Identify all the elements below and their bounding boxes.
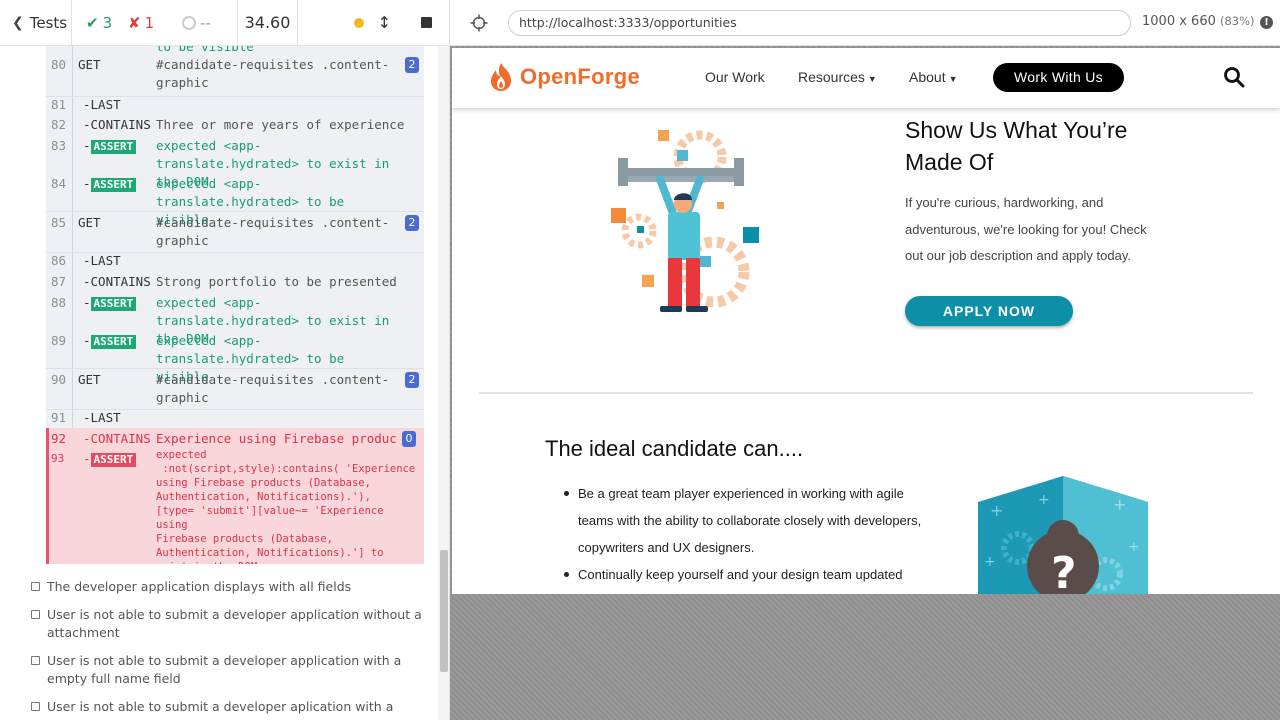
chevron-left-icon: ❮ — [12, 14, 24, 31]
test-checkbox-icon — [31, 656, 40, 665]
element-count-badge: 2 — [405, 57, 419, 73]
tests-label: Tests — [29, 13, 68, 32]
command-row[interactable]: 90 GET #candidate-requisites .content-gr… — [46, 371, 424, 409]
candidate-heading: The ideal candidate can.... — [545, 436, 804, 461]
running-indicator-icon — [353, 17, 364, 28]
test-item[interactable]: User is not able to submit a developer a… — [30, 652, 430, 688]
info-icon[interactable]: ! — [1260, 16, 1273, 29]
row-separator — [46, 211, 424, 212]
pending-ring-icon — [182, 15, 196, 30]
failed-count[interactable]: ✘ 1 — [128, 0, 182, 46]
element-count-badge: 0 — [402, 431, 416, 447]
svg-text:+: + — [1128, 539, 1140, 555]
assert-tag: ASSERT — [90, 453, 137, 467]
candidate-requisites-list: Be a great team player experienced in wo… — [562, 480, 932, 588]
assert-tag: ASSERT — [90, 297, 137, 311]
svg-text:+: + — [1113, 495, 1126, 514]
assert-tag: ASSERT — [90, 335, 137, 349]
element-count-badge: 2 — [405, 372, 419, 388]
command-row[interactable]: 80 GET #candidate-requisites .content-gr… — [46, 56, 424, 94]
command-log-panel: ❮ Tests ✔ 3 ✘ 1 -- 34.60 ↕ to be visible… — [0, 0, 450, 720]
cypress-runner: ❮ Tests ✔ 3 ✘ 1 -- 34.60 ↕ to be visible… — [0, 0, 1280, 720]
test-item[interactable]: User is not able to submit a developer a… — [30, 606, 430, 642]
reporter-header: ❮ Tests ✔ 3 ✘ 1 -- 34.60 ↕ — [0, 0, 449, 46]
run-duration: 34.60 — [238, 0, 298, 46]
tests-button[interactable]: ❮ Tests — [0, 0, 72, 46]
caret-down-icon: ▼ — [867, 74, 877, 84]
stop-button[interactable] — [421, 17, 432, 28]
run-controls: ↕ — [298, 0, 449, 46]
command-list[interactable]: to be visible 80 GET #candidate-requisit… — [46, 46, 424, 564]
command-row[interactable]: 85 GET #candidate-requisites .content-gr… — [46, 214, 424, 252]
hero-text: If you're curious, hardworking, and adve… — [905, 195, 1147, 263]
person-with-gears-illustration — [611, 130, 759, 312]
nav-our-work[interactable]: Our Work — [705, 69, 765, 85]
section-divider — [479, 392, 1253, 394]
element-count-badge: 2 — [405, 215, 419, 231]
flame-logo-icon — [491, 63, 511, 91]
aut-url-bar[interactable]: http://localhost:3333/opportunities — [508, 10, 1131, 36]
test-checkbox-icon — [31, 610, 40, 619]
test-checkbox-icon — [31, 702, 40, 711]
assert-tag: ASSERT — [90, 178, 137, 192]
test-item[interactable]: The developer application displays with … — [30, 578, 430, 596]
site-navbar: OpenForge Our Work Resources ▼ About ▼ Wor… — [452, 48, 1280, 108]
command-row[interactable]: 83 - ASSERT expected <app-translate.hydra… — [46, 137, 424, 189]
scrollbar-thumb[interactable] — [440, 550, 448, 672]
row-separator — [46, 368, 424, 369]
cross-icon: ✘ — [128, 13, 141, 32]
list-item: Be a great team player experienced in wo… — [562, 480, 932, 561]
selector-playground-icon[interactable] — [470, 14, 488, 32]
failed-command-block[interactable]: 92 -CONTAINS Experience using Firebase p… — [46, 428, 424, 564]
auto-scroll-toggle-icon[interactable]: ↕ — [378, 13, 391, 32]
command-row[interactable]: 84 - ASSERT expected <app-translate.hydra… — [46, 175, 424, 227]
svg-text:+: + — [1038, 492, 1050, 508]
nav-about[interactable]: About ▼ — [909, 69, 958, 85]
openforge-logo[interactable]: OpenForge — [488, 62, 640, 92]
apply-now-button[interactable]: APPLY NOW — [905, 296, 1073, 326]
assertion-error-message: expected :not(script,style):contains( 'E… — [156, 449, 416, 564]
pending-count[interactable]: -- — [182, 0, 238, 46]
check-icon: ✔ — [86, 13, 99, 32]
command-row[interactable]: 89 - ASSERT expected <app-translate.hydra… — [46, 332, 424, 384]
test-item[interactable]: User is not able to submit a developer a… — [30, 698, 430, 716]
shield-illustration: + + + + + ? — [978, 476, 1148, 594]
nav-resources[interactable]: Resources ▼ — [798, 69, 877, 85]
caret-down-icon: ▼ — [948, 74, 958, 84]
work-with-us-button[interactable]: Work With Us — [993, 63, 1124, 92]
reporter-scrollbar[interactable] — [438, 46, 449, 720]
app-under-test: OpenForge Our Work Resources ▼ About ▼ Wor… — [452, 48, 1280, 594]
cutoff-command-text: to be visible — [156, 46, 254, 54]
list-item: Continually keep yourself and your desig… — [562, 561, 932, 588]
command-row[interactable]: 88 - ASSERT expected <app-translate.hydra… — [46, 294, 424, 346]
hero-heading: Show Us What You’re Made Of — [905, 117, 1128, 175]
svg-text:+: + — [984, 554, 996, 570]
viewport-size: 1000 x 660 (83%) — [1142, 14, 1255, 29]
search-icon[interactable] — [1223, 66, 1245, 88]
assert-tag: ASSERT — [90, 140, 137, 154]
pending-tests-list: The developer application displays with … — [30, 578, 430, 720]
passed-count[interactable]: ✔ 3 — [72, 0, 128, 46]
test-checkbox-icon — [31, 582, 40, 591]
svg-text:?: ? — [1051, 548, 1077, 594]
aut-header: http://localhost:3333/opportunities 1000… — [450, 0, 1280, 46]
svg-text:+: + — [990, 501, 1003, 520]
